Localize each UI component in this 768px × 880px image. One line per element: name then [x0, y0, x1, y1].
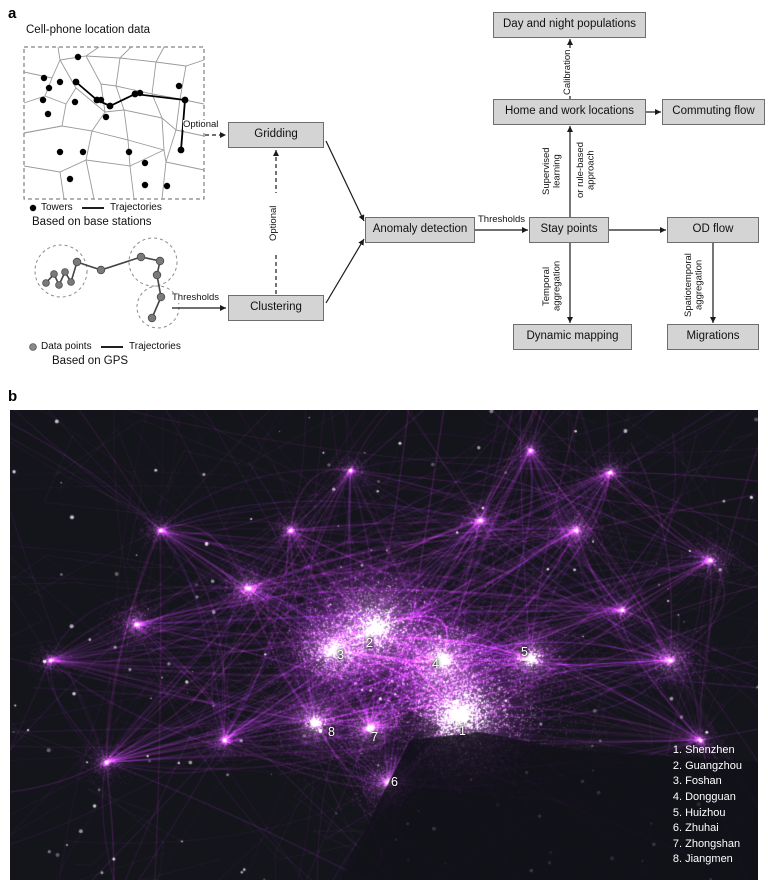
panel-b-mobility-map: 1. Shenzhen 2. Guangzhou 3. Foshan 4. Dongg… — [10, 410, 758, 880]
city-legend: 1. Shenzhen 2. Guangzhou 3. Foshan 4. Dongg… — [673, 743, 742, 868]
map-city-number-7: 7 — [371, 730, 378, 744]
edge-label-calibration: Calibration — [562, 48, 574, 96]
map-city-number-2: 2 — [366, 636, 373, 650]
node-anomaly-detection[interactable]: Anomaly detection — [365, 217, 475, 243]
map-city-number-8: 8 — [328, 725, 335, 739]
gps-caption: Based on GPS — [52, 355, 129, 367]
edge-label-temporal-aggregation: Temporal aggregation — [541, 253, 563, 319]
map-city-number-6: 6 — [391, 775, 398, 789]
edge-label-thresholds-stay-points: Thresholds — [478, 214, 525, 226]
map-city-number-5: 5 — [521, 645, 528, 659]
trajectories-legend-label-bs: Trajectories — [110, 202, 162, 213]
node-commuting-flow[interactable]: Commuting flow — [662, 99, 765, 125]
city-legend-item: 3. Foshan — [672, 775, 722, 788]
map-city-number-4: 4 — [432, 657, 439, 671]
city-legend-item: 6. Zhuhai — [672, 822, 719, 835]
gps-diagram — [29, 237, 180, 351]
city-legend-item: 7. Zhongshan — [672, 837, 741, 850]
trajectories-legend-label-gps: Trajectories — [129, 341, 181, 352]
map-city-number-3: 3 — [337, 648, 344, 662]
node-clustering[interactable]: Clustering — [228, 295, 324, 321]
city-legend-item: 4. Dongguan — [672, 790, 736, 803]
flowchart-edges-svg — [23, 39, 716, 351]
map-city-number-1: 1 — [459, 724, 466, 738]
panel-a-flowchart: a Cell-phone location data Towers Trajec… — [0, 0, 768, 380]
towers-legend-label: Towers — [41, 202, 73, 213]
city-legend-item: 2. Guangzhou — [672, 759, 742, 772]
node-day-and-night-populations[interactable]: Day and night populations — [493, 12, 646, 38]
base-stations-caption: Based on base stations — [32, 216, 152, 228]
voronoi-diagram — [23, 46, 205, 212]
edge-label-optional-top: Optional — [183, 119, 219, 131]
city-legend-item: 8. Jiangmen — [672, 853, 733, 866]
edge-label-supervised-learning: Supervised learning — [541, 135, 563, 207]
node-home-and-work-locations[interactable]: Home and work locations — [493, 99, 646, 125]
edge-label-thresholds-clustering: Thresholds — [172, 292, 219, 304]
edge-label-rule-based-approach: or rule-based approach — [575, 130, 597, 210]
city-legend-item: 1. Shenzhen — [672, 744, 735, 757]
edge-label-spatiotemporal-aggregation: Spatiotemporal aggregation — [683, 248, 705, 322]
node-stay-points[interactable]: Stay points — [529, 217, 609, 243]
node-gridding[interactable]: Gridding — [228, 122, 324, 148]
data-points-legend-label: Data points — [41, 341, 92, 352]
node-migrations[interactable]: Migrations — [667, 324, 759, 350]
node-dynamic-mapping[interactable]: Dynamic mapping — [513, 324, 632, 350]
mobility-flow-map — [10, 410, 758, 880]
edge-label-optional-vertical: Optional — [268, 193, 280, 253]
city-legend-item: 5. Huizhou — [672, 806, 726, 819]
node-od-flow[interactable]: OD flow — [667, 217, 759, 243]
panel-b-letter: b — [8, 388, 18, 405]
